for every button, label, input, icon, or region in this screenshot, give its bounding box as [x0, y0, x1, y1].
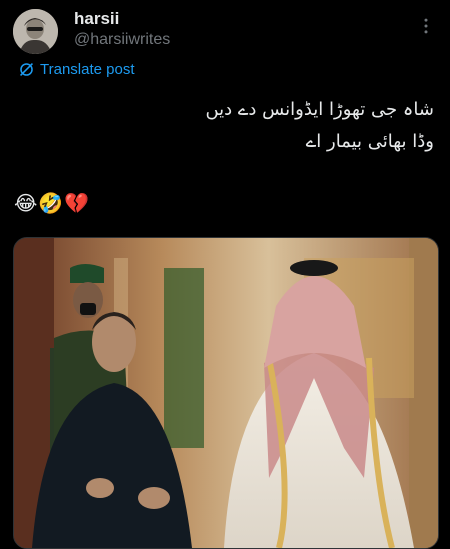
author-handle[interactable]: @harsiiwrites	[74, 30, 170, 50]
author-display-name[interactable]: harsii	[74, 9, 119, 29]
photo-two-men	[14, 238, 438, 548]
translate-post-label: Translate post	[40, 60, 135, 78]
avatar-image	[13, 9, 58, 54]
post-text-line: وڈا بھائی بیمار اے	[305, 131, 434, 152]
more-options-button[interactable]	[414, 14, 438, 38]
post-card: harsii @harsiiwrites Translate post شاہ …	[0, 0, 450, 549]
post-emojis: 😂🤣💔	[14, 191, 91, 215]
post-text-line: شاہ جی تھوڑا ایڈوانس دے دیں	[205, 99, 434, 120]
post-media-image[interactable]	[13, 237, 439, 549]
post-text: شاہ جی تھوڑا ایڈوانس دے دیں وڈا بھائی بی…	[34, 94, 434, 158]
translate-icon	[20, 62, 33, 76]
translate-post-link[interactable]: Translate post	[18, 59, 135, 79]
author-avatar[interactable]	[13, 9, 58, 54]
more-horizontal-icon	[424, 18, 428, 34]
